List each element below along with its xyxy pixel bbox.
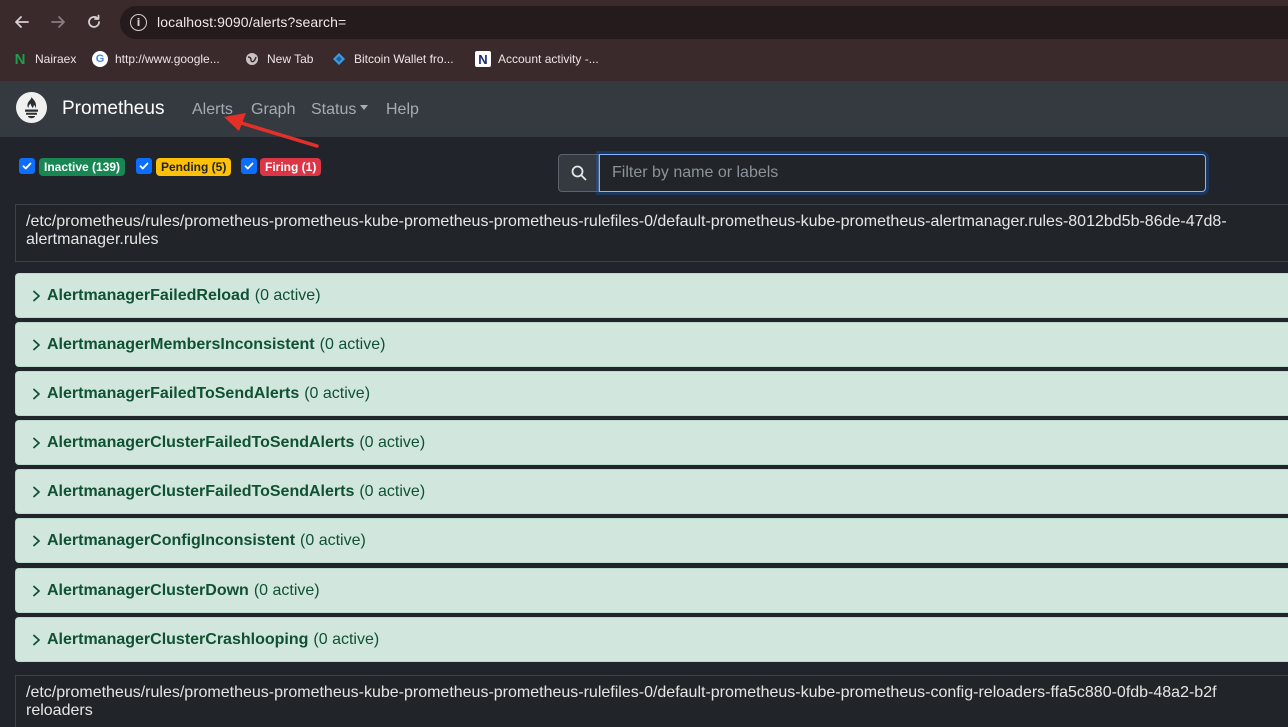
alert-name: AlertmanagerClusterFailedToSendAlerts [47,482,355,500]
bookmark-label: New Tab [267,52,314,66]
inactive-badge: Inactive (139) [39,158,126,176]
alert-name: AlertmanagerConfigInconsistent [47,531,296,549]
alert-rule-row[interactable]: AlertmanagerFailedToSendAlerts (0 active… [15,371,1288,416]
chevron-right-icon [32,290,46,302]
caret-down-icon [360,105,369,111]
rule-file-path: /etc/prometheus/rules/prometheus-prometh… [26,213,1227,230]
nav-help[interactable]: Help [386,101,419,119]
chevron-right-icon [32,634,46,646]
alert-rule-row[interactable]: AlertmanagerClusterDown (0 active) [15,568,1288,613]
bookmark-label: Bitcoin Wallet fro... [354,52,454,66]
check-icon [139,162,149,170]
alert-rule-row[interactable]: AlertmanagerClusterCrashlooping (0 activ… [15,617,1288,662]
account-activity-icon: N [475,51,491,67]
alert-active-count: (0 active) [313,630,380,648]
back-button[interactable] [8,8,36,36]
alert-active-count: (0 active) [304,384,371,402]
alert-name: AlertmanagerClusterCrashlooping [47,630,309,648]
search-button[interactable] [558,154,599,192]
chevron-right-icon [32,339,46,351]
rule-group-header: /etc/prometheus/rules/prometheus-prometh… [15,204,1288,262]
alert-active-count: (0 active) [359,482,426,500]
back-arrow-icon [15,16,29,28]
check-icon [22,162,32,170]
brand-title[interactable]: Prometheus [62,98,164,120]
alert-rule-row[interactable]: AlertmanagerMembersInconsistent (0 activ… [15,322,1288,367]
chevron-right-icon [32,486,46,498]
nairaex-icon: N [14,50,26,68]
alert-active-count: (0 active) [359,433,426,451]
bookmark-nairaex[interactable]: N Nairaex [12,50,77,68]
bookmarks-bar: N Nairaex G http://www.google... New Tab… [0,46,1288,74]
search-input[interactable] [599,154,1206,192]
rule-file-path: /etc/prometheus/rules/prometheus-prometh… [26,684,1217,701]
alert-active-count: (0 active) [253,581,320,599]
rule-group-name: alertmanager.rules [26,231,159,248]
url-text[interactable]: localhost:9090/alerts?search= [157,14,346,30]
bookmark-label: http://www.google... [115,52,220,66]
forward-button[interactable] [44,8,72,36]
reload-button[interactable] [80,8,108,36]
alert-active-count: (0 active) [300,531,366,549]
pending-checkbox[interactable] [136,158,152,174]
browser-toolbar: i localhost:9090/alerts?search= N Nairae… [0,0,1288,81]
alert-rule-row[interactable]: AlertmanagerClusterFailedToSendAlerts (0… [15,469,1288,514]
nav-alerts[interactable]: Alerts [192,101,233,119]
bookmark-label: Nairaex [35,52,77,66]
firing-badge: Firing (1) [260,158,322,176]
alert-name: AlertmanagerFailedReload [47,286,250,304]
alert-name: AlertmanagerMembersInconsistent [47,335,315,353]
bookmark-new-tab[interactable]: New Tab [244,51,313,67]
site-info-icon[interactable]: i [130,14,147,31]
rule-group-name: reloaders [26,702,93,719]
globe-icon [244,51,260,67]
nav-status-label: Status [311,101,357,118]
forward-arrow-icon [51,16,65,28]
chevron-right-icon [32,388,46,400]
reload-icon [88,14,100,28]
bookmark-bitcoin-wallet[interactable]: Bitcoin Wallet fro... [331,51,454,67]
alert-rule-row[interactable]: AlertmanagerConfigInconsistent (0 active… [15,518,1288,563]
firing-checkbox[interactable] [241,158,257,174]
address-bar[interactable]: i localhost:9090/alerts?search= [120,6,1288,39]
alert-name: AlertmanagerClusterFailedToSendAlerts [47,433,355,451]
bookmark-google[interactable]: G http://www.google... [92,51,220,67]
search-icon [571,165,586,181]
alert-name: AlertmanagerFailedToSendAlerts [47,384,300,402]
rule-group-header: /etc/prometheus/rules/prometheus-prometh… [15,675,1288,727]
alert-rule-row[interactable]: AlertmanagerClusterFailedToSendAlerts (0… [15,420,1288,465]
nav-status-dropdown[interactable]: Status [311,101,369,119]
prometheus-logo-icon[interactable] [16,92,47,123]
chevron-right-icon [32,437,46,449]
chevron-right-icon [32,585,46,597]
bitcoin-wallet-icon [331,51,347,67]
prometheus-navbar: Prometheus Alerts Graph Status Help [0,81,1288,137]
check-icon [244,162,254,170]
bookmark-label: Account activity -... [498,52,599,66]
bookmark-account-activity[interactable]: N Account activity -... [475,51,599,67]
alert-active-count: (0 active) [319,335,386,353]
alert-name: AlertmanagerClusterDown [47,581,249,599]
alert-active-count: (0 active) [254,286,321,304]
nav-graph[interactable]: Graph [251,101,295,119]
inactive-checkbox[interactable] [19,158,35,174]
google-icon: G [92,51,108,67]
alert-rule-row[interactable]: AlertmanagerFailedReload (0 active) [15,273,1288,318]
chevron-right-icon [32,535,46,547]
pending-badge: Pending (5) [156,158,232,176]
